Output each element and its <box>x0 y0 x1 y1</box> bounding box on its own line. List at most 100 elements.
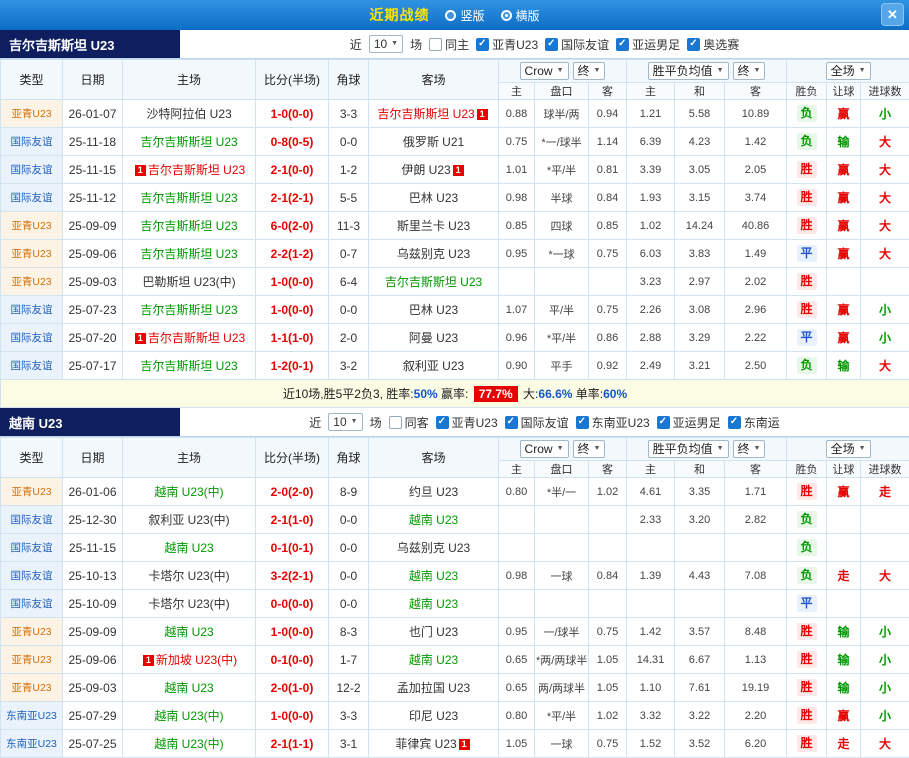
handicap-cell: *半/一 <box>535 478 589 506</box>
same-venue-checkbox[interactable]: 同客 <box>389 414 429 431</box>
outcome-badge: 胜 <box>797 483 817 500</box>
avg-cell: 3.22 <box>675 702 725 730</box>
match-row: 亚青U2326-01-06越南 U23(中)2-0(2-0)8-9约旦 U230… <box>1 478 909 506</box>
match-type: 亚青U23 <box>1 240 63 268</box>
goals-result: 大 <box>879 247 891 261</box>
outcome-cell: 胜 <box>787 184 827 212</box>
bookmaker-select[interactable]: Crow ▼ <box>520 62 569 80</box>
match-type: 亚青U23 <box>1 674 63 702</box>
handicap-cell: *平/半 <box>535 156 589 184</box>
handicap-result-cell <box>827 590 861 618</box>
avg-cell: 3.15 <box>675 184 725 212</box>
column-header: 主场 <box>123 438 256 478</box>
handicap-result: 赢 <box>838 219 850 233</box>
match-date: 25-07-29 <box>63 702 123 730</box>
league-filter-checkbox[interactable]: 亚运男足 <box>616 36 680 53</box>
team-name: 越南 U23 <box>164 625 213 639</box>
odds-cell: 0.81 <box>589 156 627 184</box>
final-avg-select[interactable]: 终▼ <box>733 440 766 458</box>
near-label: 近 <box>350 36 362 53</box>
fullmatch-select[interactable]: 全场▼ <box>826 62 871 80</box>
checkbox-label: 国际友谊 <box>561 36 609 53</box>
outcome-badge: 负 <box>797 539 817 556</box>
chevron-down-icon: ▼ <box>859 442 866 456</box>
asian-rate-label: 赢率: <box>438 387 472 401</box>
team-cell-away: 印尼 U23 <box>369 702 499 730</box>
match-count-select[interactable]: 10▼ <box>328 413 362 431</box>
final-avg-select[interactable]: 终▼ <box>733 62 766 80</box>
radio-icon-horizontal <box>501 10 512 21</box>
avg-cell: 4.61 <box>627 478 675 506</box>
league-filter-checkbox[interactable]: 东南运 <box>728 414 780 431</box>
match-type: 国际友谊 <box>1 324 63 352</box>
dropdown-value: Crow <box>525 64 553 78</box>
match-row: 亚青U2325-09-06吉尔吉斯斯坦 U232-2(1-2)0-7乌兹别克 U… <box>1 240 909 268</box>
checkbox-icon <box>687 38 700 51</box>
sub-header: 客 <box>589 461 627 478</box>
league-filter-checkbox[interactable]: 国际友谊 <box>545 36 609 53</box>
sub-header: 主 <box>499 461 535 478</box>
layout-radio-vertical[interactable]: 竖版 <box>445 7 484 24</box>
checkbox-icon <box>545 38 558 51</box>
avg-cell: 19.19 <box>725 674 787 702</box>
league-filter-checkbox[interactable]: 亚运男足 <box>657 414 721 431</box>
goals-result-cell: 大 <box>861 184 909 212</box>
column-header: 主场 <box>123 60 256 100</box>
fullmatch-select[interactable]: 全场▼ <box>826 440 871 458</box>
avg-cell <box>675 590 725 618</box>
odds-cell: 0.84 <box>589 184 627 212</box>
handicap-result-cell: 赢 <box>827 156 861 184</box>
same-venue-checkbox[interactable]: 同主 <box>429 36 469 53</box>
match-row: 亚青U2325-09-09越南 U231-0(0-0)8-3也门 U230.95… <box>1 618 909 646</box>
layout-radio-horizontal[interactable]: 横版 <box>501 7 540 24</box>
red-card-badge: 1 <box>135 165 146 176</box>
score-cell: 1-0(0-0) <box>256 296 329 324</box>
checkbox-label: 亚青U23 <box>492 36 538 53</box>
goals-result-cell <box>861 590 909 618</box>
match-type: 国际友谊 <box>1 184 63 212</box>
team-name: 俄罗斯 U21 <box>403 135 464 149</box>
league-filter-checkbox[interactable]: 亚青U23 <box>436 414 498 431</box>
avg-cell: 3.05 <box>675 156 725 184</box>
final-odds-select[interactable]: 终▼ <box>573 62 606 80</box>
league-filter-checkbox[interactable]: 东南亚U23 <box>576 414 650 431</box>
corner-cell: 3-2 <box>329 352 369 380</box>
checkbox-icon <box>476 38 489 51</box>
avg-cell <box>627 590 675 618</box>
team-cell-away: 巴林 U23 <box>369 184 499 212</box>
close-button[interactable]: ✕ <box>881 3 904 26</box>
single-rate-value: 60% <box>603 387 627 401</box>
team-name: 乌兹别克 U23 <box>397 541 470 555</box>
corner-cell: 8-3 <box>329 618 369 646</box>
match-row: 亚青U2325-09-061新加坡 U23(中)0-1(0-0)1-7越南 U2… <box>1 646 909 674</box>
sub-header: 进球数 <box>861 83 909 100</box>
league-filter-checkbox[interactable]: 奥选赛 <box>687 36 739 53</box>
team-name: 叙利亚 U23 <box>403 359 464 373</box>
avg-odds-select[interactable]: 胜平负均值▼ <box>648 440 729 458</box>
league-filter-checkbox[interactable]: 亚青U23 <box>476 36 538 53</box>
checkbox-icon <box>389 416 402 429</box>
match-count-select[interactable]: 10▼ <box>369 35 403 53</box>
chevron-down-icon: ▼ <box>594 64 601 78</box>
bookmaker-select[interactable]: Crow▼ <box>520 440 569 458</box>
handicap-result: 走 <box>838 737 850 751</box>
goals-result: 小 <box>879 625 891 639</box>
column-header: 类型 <box>1 438 63 478</box>
handicap-result-cell: 赢 <box>827 702 861 730</box>
league-filter-checkbox[interactable]: 国际友谊 <box>505 414 569 431</box>
chevron-down-icon: ▼ <box>557 64 564 78</box>
handicap-cell: 球半/两 <box>535 100 589 128</box>
avg-odds-select[interactable]: 胜平负均值▼ <box>648 62 729 80</box>
odds-cell: 0.75 <box>589 240 627 268</box>
avg-cell: 2.97 <box>675 268 725 296</box>
team-name: 吉尔吉斯斯坦 U23 <box>377 107 474 121</box>
team-name: 巴林 U23 <box>409 191 458 205</box>
team-name: 卡塔尔 U23(中) <box>148 597 229 611</box>
match-row: 亚青U2325-09-03巴勒斯坦 U23(中)1-0(0-0)6-4吉尔吉斯斯… <box>1 268 909 296</box>
outcome-cell: 负 <box>787 128 827 156</box>
handicap-cell: *两/两球半 <box>535 646 589 674</box>
outcome-badge: 胜 <box>797 707 817 724</box>
final-odds-select[interactable]: 终▼ <box>573 440 606 458</box>
avg-cell: 1.42 <box>627 618 675 646</box>
team-name: 吉尔吉斯斯坦 U23 <box>148 331 245 345</box>
